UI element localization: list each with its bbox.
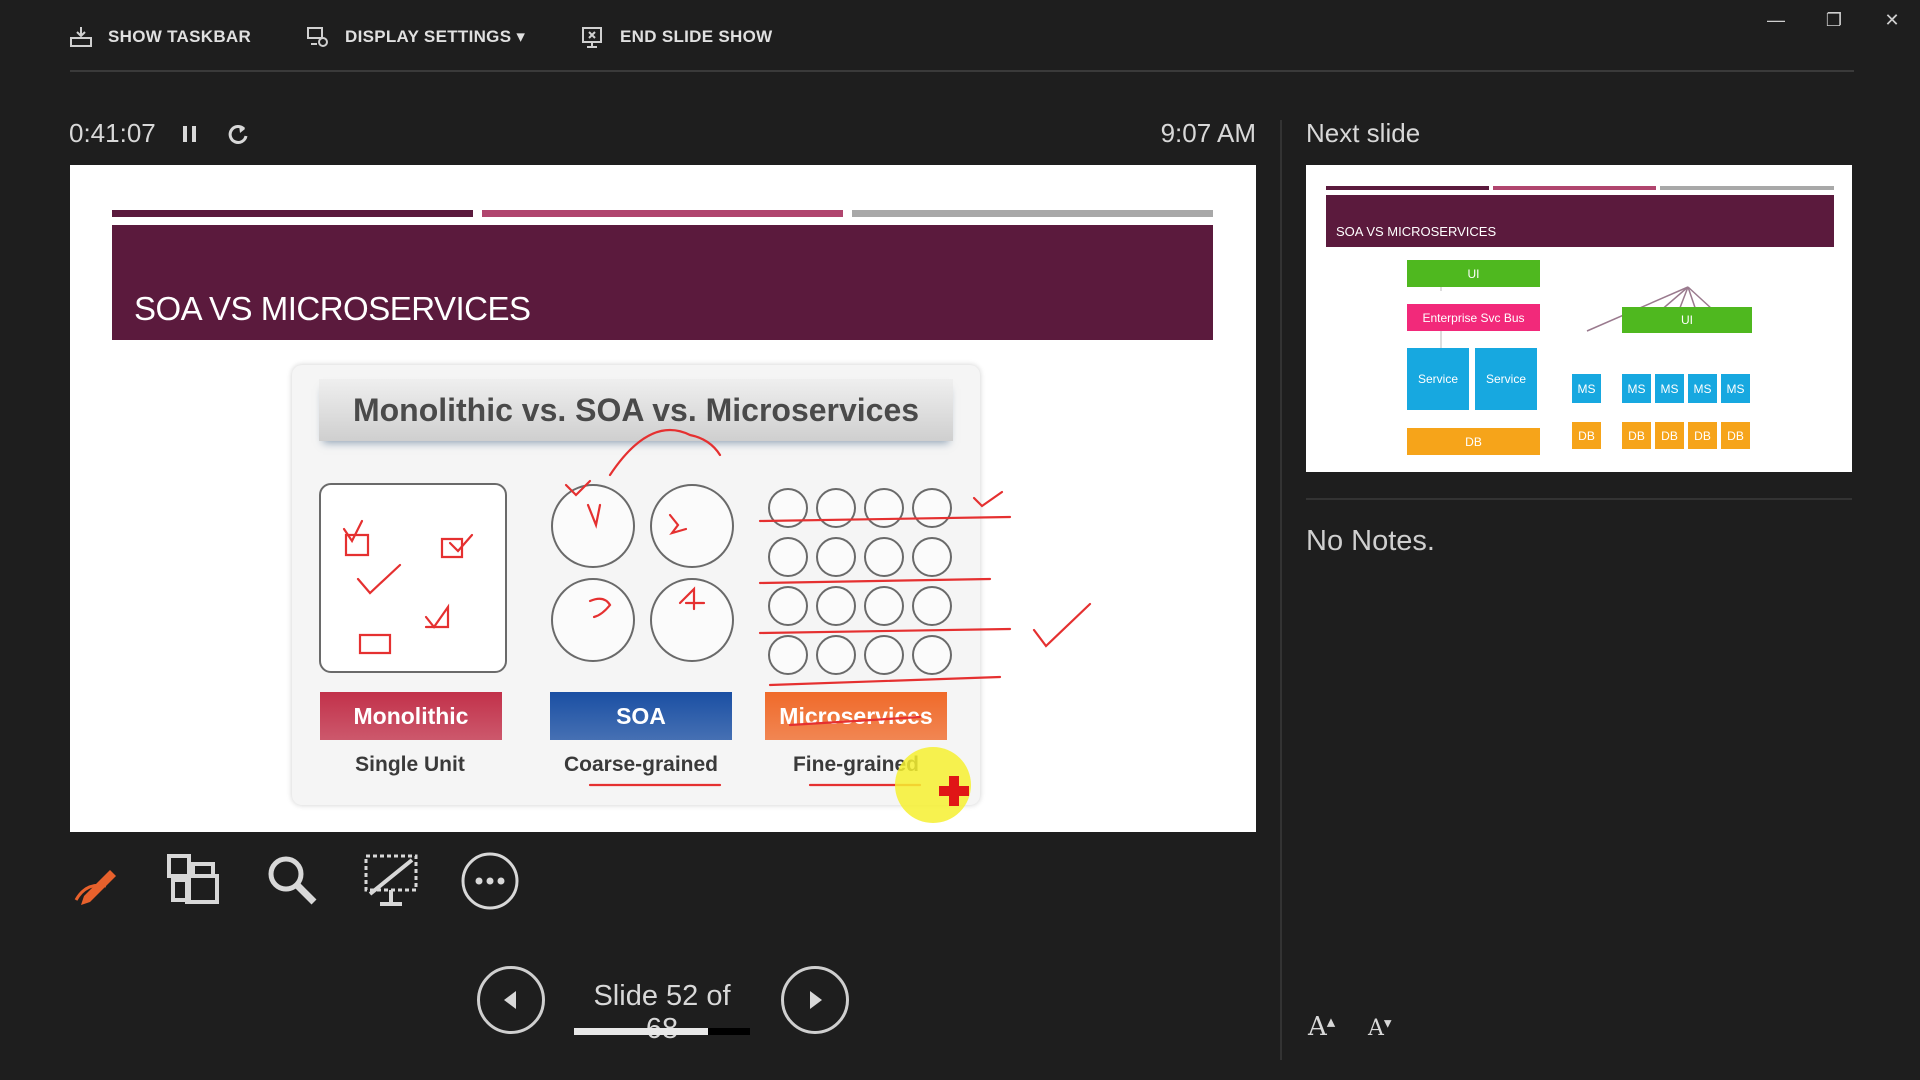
all-slides-icon[interactable] (163, 850, 225, 912)
pause-icon[interactable] (176, 120, 204, 148)
slide-title: SOA VS MICROSERVICES (134, 290, 531, 327)
slide-accent-bar (482, 210, 843, 217)
microservices-label: Microservices (765, 692, 947, 740)
microservice-circle (768, 488, 808, 528)
thumb-ms-db-box: DB (1721, 422, 1750, 449)
decrease-font-label: A (1368, 1016, 1384, 1041)
thumb-esb-box: Enterprise Svc Bus (1407, 304, 1540, 331)
display-settings-icon (307, 27, 328, 47)
slide-counter: Slide 52 of 68 (593, 980, 731, 1045)
next-slide-thumbnail[interactable]: SOA VS MICROSERVICES UI Enterprise Svc B… (1306, 165, 1852, 472)
pen-icon[interactable] (68, 850, 130, 912)
microservice-circle (864, 488, 904, 528)
pane-divider (1280, 120, 1282, 1060)
thumb-ms-box: MS (1721, 374, 1750, 403)
end-slide-show-button[interactable]: END SLIDE SHOW (580, 20, 773, 54)
slide-accent-bar (112, 210, 473, 217)
presenter-toolbar: SHOW TASKBAR DISPLAY SETTINGS ▾ END SLID… (0, 0, 1920, 72)
thumb-ms-db-box: DB (1622, 422, 1651, 449)
close-icon[interactable]: ✕ (1872, 8, 1912, 32)
monolithic-sublabel: Single Unit (355, 753, 465, 776)
microservice-circle (912, 586, 952, 626)
increase-font-label: A (1308, 1012, 1327, 1042)
diagram-title: Monolithic vs. SOA vs. Microservices (319, 379, 953, 441)
thumb-ms-db-box: DB (1655, 422, 1684, 449)
microservice-circle (816, 635, 856, 675)
slide-progress-fill (574, 1028, 708, 1035)
comparison-diagram: Monolithic vs. SOA vs. Microservices Mon… (292, 365, 980, 805)
slide-header: SOA VS MICROSERVICES (112, 225, 1213, 340)
black-screen-icon[interactable] (360, 850, 422, 912)
microservice-circle (912, 488, 952, 528)
elapsed-timer: 0:41:07 (69, 118, 156, 148)
next-slide-icon[interactable] (781, 966, 849, 1034)
microservice-circle (816, 537, 856, 577)
soa-service-circle (650, 484, 734, 568)
microservice-circle (912, 635, 952, 675)
clock: 9:07 AM (1160, 118, 1256, 148)
soa-service-circle (551, 578, 635, 662)
show-taskbar-label: SHOW TASKBAR (108, 27, 252, 46)
increase-font-button[interactable]: A▲ (1308, 1012, 1335, 1042)
thumb-service-box: Service (1475, 348, 1537, 410)
soa-service-circle (551, 484, 635, 568)
taskbar-icon (70, 27, 92, 47)
thumb-ui-box: UI (1407, 260, 1540, 287)
notes-divider (1306, 498, 1852, 500)
monolithic-box (319, 483, 507, 673)
microservice-circle (864, 586, 904, 626)
microservice-circle (816, 488, 856, 528)
display-settings-button[interactable]: DISPLAY SETTINGS ▾ (305, 20, 525, 54)
thumb-ms-box: MS (1655, 374, 1684, 403)
slide-accent-bar (852, 210, 1213, 217)
microservice-circle (768, 635, 808, 675)
soa-service-circle (650, 578, 734, 662)
microservice-circle (816, 586, 856, 626)
thumb-db-box: DB (1407, 428, 1540, 455)
restart-icon[interactable] (224, 120, 252, 148)
minimize-icon[interactable]: — (1756, 8, 1796, 32)
end-slide-show-label: END SLIDE SHOW (620, 27, 773, 46)
speaker-notes: No Notes. (1306, 525, 1435, 557)
show-taskbar-button[interactable]: SHOW TASKBAR (68, 20, 251, 54)
microservice-circle (768, 537, 808, 577)
thumb-ms-db-box: DB (1688, 422, 1717, 449)
next-slide-label: Next slide (1306, 118, 1421, 148)
end-show-icon (582, 27, 602, 48)
microservice-circle (864, 537, 904, 577)
previous-slide-icon[interactable] (477, 966, 545, 1034)
display-settings-label: DISPLAY SETTINGS ▾ (345, 27, 526, 46)
restore-icon[interactable]: ❐ (1814, 8, 1854, 32)
soa-sublabel: Coarse-grained (563, 753, 719, 776)
decrease-font-button[interactable]: A▼ (1368, 1016, 1392, 1041)
microservice-circle (768, 586, 808, 626)
current-slide[interactable]: SOA VS MICROSERVICES Monolithic vs. SOA … (70, 165, 1256, 832)
thumb-ms-box: MS (1688, 374, 1717, 403)
more-options-icon[interactable] (459, 850, 521, 912)
microservice-circle (912, 537, 952, 577)
thumb-ms-db-box: DB (1572, 422, 1601, 449)
microservices-sublabel: Fine-grained (792, 753, 919, 776)
zoom-icon[interactable] (262, 850, 324, 912)
monolithic-label: Monolithic (320, 692, 502, 740)
slide-progress-bar (574, 1028, 750, 1035)
thumb-ms-box: MS (1572, 374, 1601, 403)
microservice-circle (864, 635, 904, 675)
soa-label: SOA (550, 692, 732, 740)
thumb-ms-box: MS (1622, 374, 1651, 403)
thumb-ms-ui-box: UI (1622, 307, 1752, 333)
thumb-service-box: Service (1407, 348, 1469, 410)
toolbar-divider (70, 70, 1854, 72)
